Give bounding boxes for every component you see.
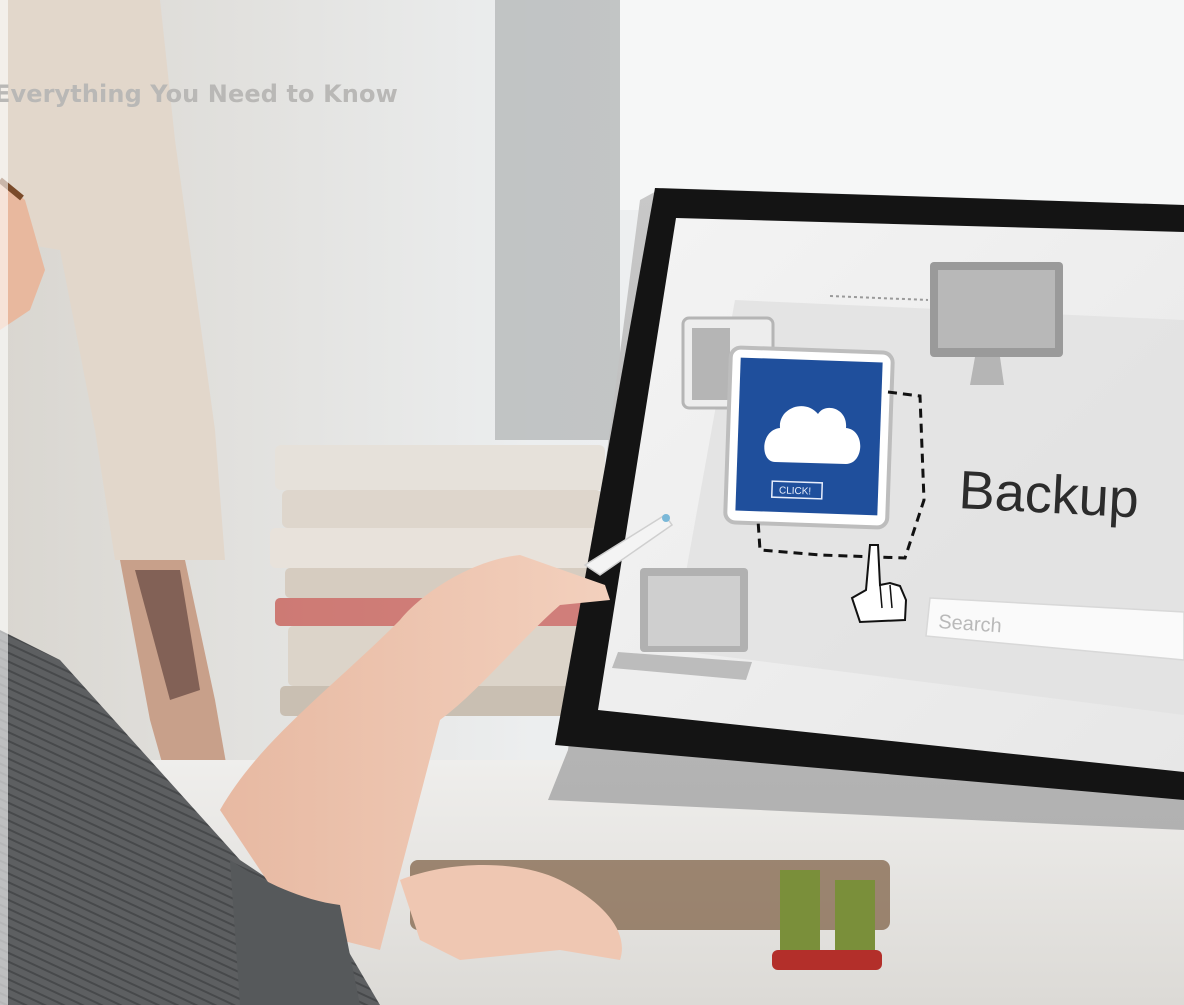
- window-pillar: [495, 0, 620, 440]
- click-label: CLICK!: [779, 485, 812, 497]
- window-light: [620, 0, 1184, 210]
- screen-title: Backup: [957, 460, 1140, 529]
- search-placeholder: Search: [938, 611, 1003, 637]
- hero-photo: CLICK! Search Backup: [0, 0, 1184, 1005]
- cloud-tile: CLICK!: [723, 345, 895, 530]
- article-heading: Everything You Need to Know: [0, 80, 398, 108]
